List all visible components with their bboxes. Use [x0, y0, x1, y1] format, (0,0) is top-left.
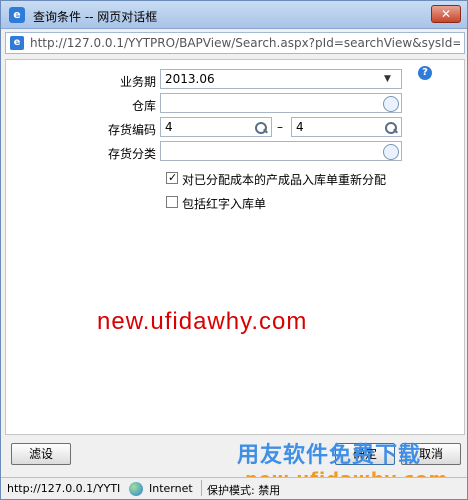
url-text: http://127.0.0.1/YYTPRO/BAPView/Search.a…: [30, 36, 460, 50]
inventory-code-label: 存货编码: [107, 123, 156, 137]
reassign-label: 对已分配成本的产成品入库单重新分配: [182, 173, 387, 187]
inventory-class-label: 存货分类: [107, 147, 156, 161]
period-label: 业务期: [119, 75, 156, 89]
inventory-code-from-value: 4: [165, 120, 173, 134]
search-icon[interactable]: [383, 120, 399, 136]
protected-mode-status: 保护模式: 禁用: [207, 484, 281, 497]
chevron-down-icon: ▼: [384, 74, 391, 84]
address-bar: e http://127.0.0.1/YYTPRO/BAPView/Search…: [5, 32, 465, 54]
include-red-label: 包括红字入库单: [182, 197, 267, 211]
lookup-icon[interactable]: [383, 96, 399, 112]
inventory-code-from-input[interactable]: 4: [160, 117, 272, 137]
ie-icon: e: [9, 7, 25, 23]
close-button[interactable]: ✕: [431, 5, 461, 23]
warehouse-input[interactable]: [160, 93, 402, 113]
reassign-checkbox[interactable]: [166, 171, 178, 184]
globe-icon: [129, 482, 143, 496]
help-icon[interactable]: ?: [418, 66, 432, 80]
brand-watermark: 用友软件免费下载: [237, 443, 422, 468]
security-zone: Internet: [149, 482, 193, 495]
include-red-checkbox[interactable]: [166, 196, 178, 208]
status-url: http://127.0.0.1/YYTI: [7, 482, 121, 495]
search-icon[interactable]: [253, 120, 269, 136]
inventory-class-input[interactable]: [160, 141, 402, 161]
range-separator: –: [277, 120, 283, 134]
window-title: 查询条件 -- 网页对话框: [33, 10, 158, 24]
lookup-icon[interactable]: [383, 144, 399, 160]
period-value: 2013.06: [165, 72, 215, 86]
filter-button[interactable]: 滤设: [11, 443, 71, 465]
status-divider: [201, 480, 202, 496]
title-bar: e 查询条件 -- 网页对话框 ✕: [1, 1, 467, 29]
period-select[interactable]: 2013.06 ▼: [160, 69, 402, 89]
watermark-text: new.ufidawhy.com: [97, 308, 308, 335]
dialog-window: e 查询条件 -- 网页对话框 ✕ e http://127.0.0.1/YYT…: [0, 0, 468, 500]
status-bar: http://127.0.0.1/YYTI Internet 保护模式: 禁用: [1, 477, 467, 499]
search-form: ? 业务期 2013.06 ▼ 仓库 存货编码 4 – 4 存货分类 对已分配成…: [5, 59, 465, 435]
page-icon: e: [10, 36, 24, 50]
inventory-code-to-input[interactable]: 4: [291, 117, 402, 137]
warehouse-label: 仓库: [131, 99, 156, 113]
inventory-code-to-value: 4: [296, 120, 304, 134]
